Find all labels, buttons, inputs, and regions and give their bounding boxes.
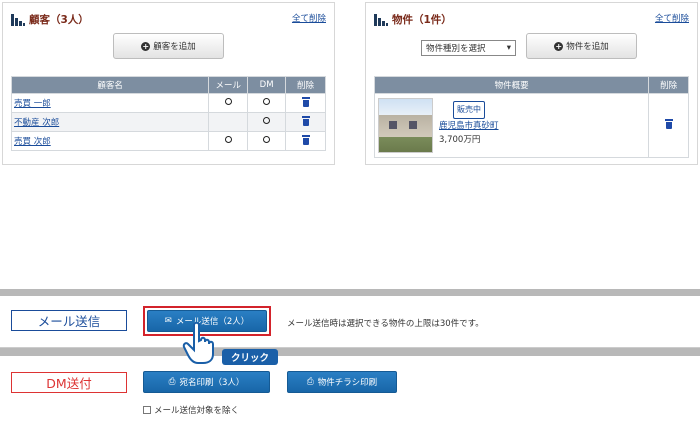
customers-title: 顧客（3人） — [11, 12, 89, 27]
mail-section: メール送信 ✉ メール送信（2人） メール送信時は選択できる物件の上限は30件で… — [0, 296, 700, 348]
print-address-label: 宛名印刷（3人） — [179, 378, 245, 388]
trash-icon[interactable] — [301, 134, 310, 145]
mail-check-icon — [224, 98, 232, 105]
mail-section-label: メール送信 — [11, 310, 127, 331]
col-dm: DM — [247, 76, 287, 94]
plus-circle-icon: + — [554, 41, 564, 51]
property-address-link[interactable]: 鹿児島市真砂町 — [439, 121, 499, 131]
add-customer-label: 顧客を追加 — [153, 42, 196, 52]
customers-panel: 顧客（3人） 全て削除 + 顧客を追加 顧客名 メール DM 削除 売買 一郎 … — [2, 2, 335, 165]
col-delete: 削除 — [648, 76, 689, 94]
bar-chart-icon — [374, 13, 388, 26]
col-property-summary: 物件概要 — [373, 76, 650, 94]
checkbox-box[interactable] — [143, 406, 151, 414]
add-property-label: 物件を追加 — [566, 42, 609, 52]
dm-check-icon — [263, 136, 271, 143]
exclude-mail-checkbox[interactable]: メール送信対象を除く — [143, 404, 239, 416]
printer-icon: ⎙ — [168, 377, 176, 387]
dm-check-icon — [263, 98, 271, 105]
print-flyer-label: 物件チラシ印刷 — [317, 378, 378, 388]
col-customer-name: 顧客名 — [10, 76, 210, 94]
add-customer-button[interactable]: + 顧客を追加 — [113, 33, 224, 59]
customers-title-text: 顧客（3人） — [29, 14, 89, 26]
dm-check-icon — [263, 117, 271, 124]
property-type-select-value: 物件種別を選択 — [426, 44, 486, 54]
trash-icon[interactable] — [664, 119, 673, 129]
mail-note: メール送信時は選択できる物件の上限は30件です。 — [287, 319, 484, 329]
table-row: 不動産 次郎 — [10, 112, 326, 132]
table-row: 販売中 鹿児島市真砂町 3,700万円 — [373, 93, 689, 158]
customers-table: 顧客名 メール DM 削除 売買 一郎 不動産 次郎 売買 次郎 — [10, 76, 326, 151]
printer-icon: ⎙ — [306, 377, 314, 387]
dm-section-label: DM送付 — [11, 372, 127, 393]
col-delete: 削除 — [285, 76, 326, 94]
envelope-icon: ✉ — [164, 316, 172, 326]
pointer-hand-icon — [182, 321, 214, 364]
print-flyer-button[interactable]: ⎙ 物件チラシ印刷 — [287, 371, 397, 393]
properties-title-text: 物件（1件） — [392, 14, 452, 26]
dropdown-arrow-icon: ▾ — [506, 43, 511, 53]
properties-title: 物件（1件） — [374, 12, 452, 27]
customer-name-link[interactable]: 不動産 次郎 — [14, 118, 59, 128]
divider-band — [0, 289, 700, 296]
divider-band — [0, 348, 700, 356]
dm-section: DM送付 ⎙ 宛名印刷（3人） ⎙ 物件チラシ印刷 メール送信対象を除く — [0, 356, 700, 428]
properties-panel: 物件（1件） 全て削除 物件種別を選択 ▾ + 物件を追加 物件概要 削除 販売… — [365, 2, 698, 165]
property-photo[interactable] — [378, 98, 433, 153]
mail-check-icon — [224, 136, 232, 143]
property-price: 3,700万円 — [439, 135, 481, 145]
status-badge: 販売中 — [453, 101, 485, 119]
add-property-button[interactable]: + 物件を追加 — [526, 33, 637, 59]
properties-delete-all-link[interactable]: 全て削除 — [655, 12, 689, 24]
customer-name-link[interactable]: 売買 一郎 — [14, 99, 51, 109]
trash-icon[interactable] — [301, 115, 310, 126]
table-row: 売買 一郎 — [10, 93, 326, 113]
properties-table: 物件概要 削除 販売中 鹿児島市真砂町 3,700万円 — [373, 76, 689, 158]
trash-icon[interactable] — [301, 96, 310, 107]
exclude-mail-label: メール送信対象を除く — [154, 406, 240, 416]
click-callout: クリック — [222, 349, 278, 365]
bar-chart-icon — [11, 13, 25, 26]
col-mail: メール — [208, 76, 249, 94]
table-row: 売買 次郎 — [10, 131, 326, 151]
property-type-select[interactable]: 物件種別を選択 ▾ — [421, 40, 516, 56]
print-address-button[interactable]: ⎙ 宛名印刷（3人） — [143, 371, 270, 393]
plus-circle-icon: + — [141, 41, 151, 51]
customers-delete-all-link[interactable]: 全て削除 — [292, 12, 326, 24]
customer-name-link[interactable]: 売買 次郎 — [14, 137, 51, 147]
